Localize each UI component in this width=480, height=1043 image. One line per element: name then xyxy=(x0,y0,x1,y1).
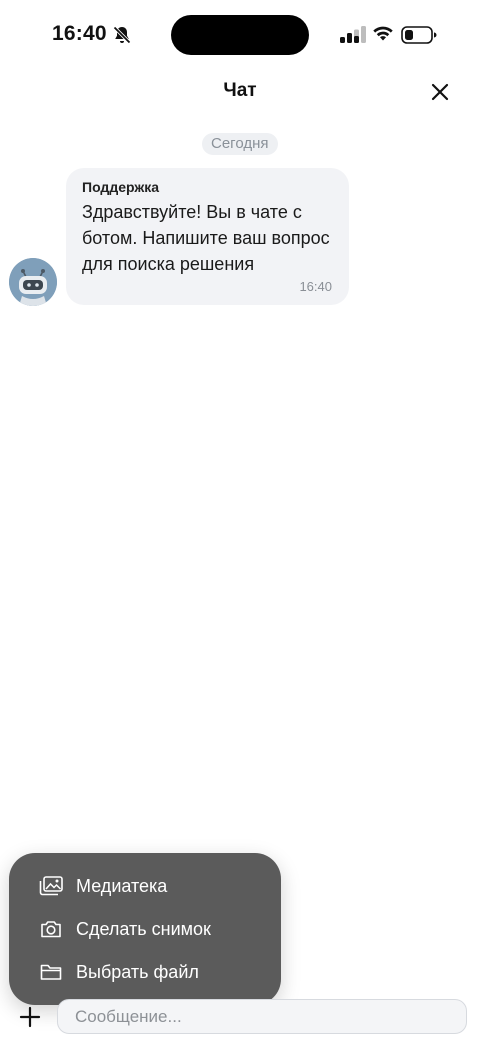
attach-button[interactable] xyxy=(14,1001,46,1033)
menu-item-media-library[interactable]: Медиатека xyxy=(9,866,281,906)
camera-icon xyxy=(39,918,63,940)
avatar xyxy=(9,258,57,306)
photo-library-icon xyxy=(39,875,63,897)
menu-item-label: Сделать снимок xyxy=(76,918,211,939)
close-button[interactable] xyxy=(426,78,454,106)
bot-icon xyxy=(9,258,57,306)
dynamic-island xyxy=(171,15,309,55)
page-title: Чат xyxy=(223,80,257,101)
status-bar: 16:40 xyxy=(0,0,480,72)
message-text: Здравствуйте! Вы в чате с ботом. Напишит… xyxy=(82,202,330,274)
cellular-signal-icon xyxy=(340,26,366,43)
wifi-icon xyxy=(373,26,393,41)
message-time: 16:40 xyxy=(299,279,332,294)
menu-item-label: Выбрать файл xyxy=(76,961,199,982)
battery-icon xyxy=(401,26,437,44)
close-icon xyxy=(431,83,449,101)
menu-item-choose-file[interactable]: Выбрать файл xyxy=(9,952,281,992)
message-sender: Поддержка xyxy=(82,179,160,195)
attach-menu: Медиатека Сделать снимок Выбрать файл xyxy=(9,853,281,1005)
folder-icon xyxy=(39,961,63,983)
bell-slash-icon xyxy=(113,26,131,44)
status-time: 16:40 xyxy=(52,22,107,45)
message-bubble: Поддержка Здравствуйте! Вы в чате с бото… xyxy=(66,168,349,305)
plus-icon xyxy=(19,1006,41,1028)
menu-item-take-photo[interactable]: Сделать снимок xyxy=(9,909,281,949)
menu-item-label: Медиатека xyxy=(76,875,168,896)
message-input[interactable] xyxy=(57,999,467,1034)
date-separator: Сегодня xyxy=(202,133,278,155)
